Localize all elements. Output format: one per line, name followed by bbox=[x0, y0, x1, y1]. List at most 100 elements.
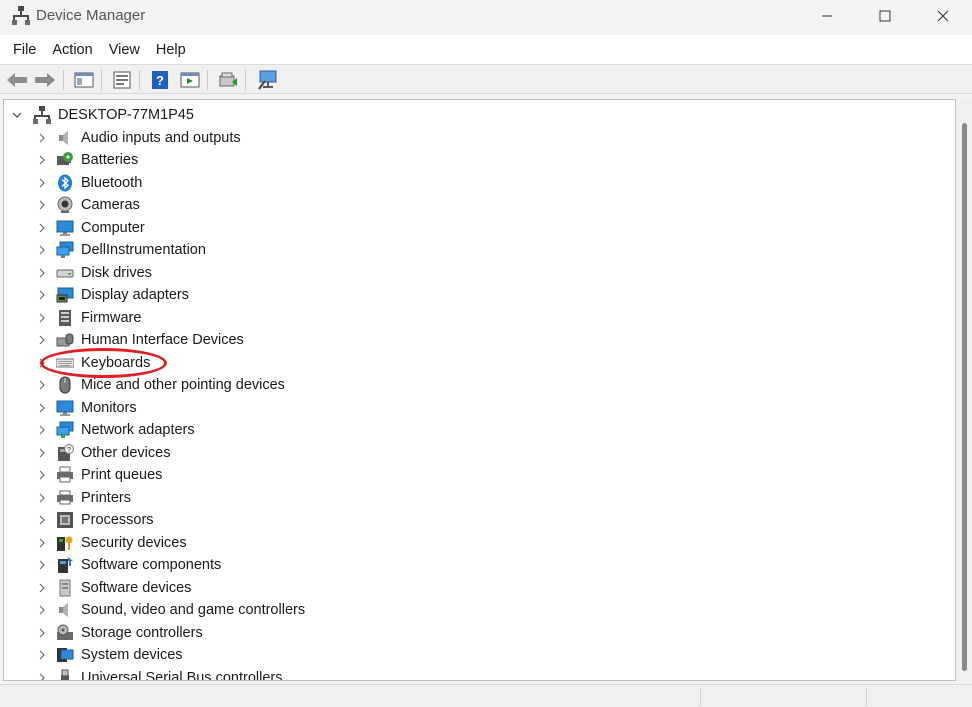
tree-item-sound-video-and-game-controllers[interactable]: Sound, video and game controllers bbox=[4, 599, 944, 621]
tree-item-label: Network adapters bbox=[81, 422, 195, 438]
chevron-right-icon[interactable] bbox=[37, 155, 47, 165]
tree-item-bluetooth[interactable]: Bluetooth bbox=[4, 172, 944, 194]
back-arrow-icon bbox=[7, 73, 27, 87]
tree-item-security-devices[interactable]: Security devices bbox=[4, 532, 944, 554]
update-driver-button[interactable] bbox=[216, 68, 240, 92]
tree-item-batteries[interactable]: Batteries bbox=[4, 149, 944, 171]
chevron-right-icon[interactable] bbox=[37, 448, 47, 458]
chevron-right-icon[interactable] bbox=[37, 583, 47, 593]
chevron-right-icon[interactable] bbox=[37, 223, 47, 233]
chevron-right-icon[interactable] bbox=[37, 245, 47, 255]
minimize-button[interactable] bbox=[798, 0, 856, 32]
chevron-right-icon[interactable] bbox=[37, 313, 47, 323]
tree-item-storage-controllers[interactable]: Storage controllers bbox=[4, 622, 944, 644]
tree-item-human-interface-devices[interactable]: Human Interface Devices bbox=[4, 329, 944, 351]
chevron-right-icon[interactable] bbox=[37, 538, 47, 548]
computer-root-icon bbox=[33, 106, 51, 124]
network-monitor-icon bbox=[56, 241, 74, 259]
help-button[interactable]: ? bbox=[148, 68, 172, 92]
tree-item-network-adapters[interactable]: Network adapters bbox=[4, 419, 944, 441]
toolbar-separator bbox=[63, 70, 64, 90]
chevron-right-icon[interactable] bbox=[37, 335, 47, 345]
chevron-right-icon[interactable] bbox=[37, 200, 47, 210]
chevron-right-icon[interactable] bbox=[37, 493, 47, 503]
sound-controller-icon bbox=[56, 601, 74, 619]
chevron-right-icon[interactable] bbox=[37, 470, 47, 480]
toolbar-separator bbox=[139, 70, 140, 90]
window-title: Device Manager bbox=[36, 7, 146, 24]
chevron-right-icon[interactable] bbox=[37, 425, 47, 435]
tree-item-label: Security devices bbox=[81, 534, 187, 551]
keyboard-icon bbox=[56, 354, 74, 372]
action-pane-icon bbox=[180, 72, 200, 88]
chevron-right-icon[interactable] bbox=[37, 380, 47, 390]
tree-item-computer[interactable]: Computer bbox=[4, 217, 944, 239]
tree-root-item[interactable]: DESKTOP-77M1P45 bbox=[4, 104, 944, 126]
properties-button[interactable] bbox=[110, 68, 134, 92]
chevron-right-icon[interactable] bbox=[37, 268, 47, 278]
tree-item-label: Software devices bbox=[81, 579, 192, 596]
vertical-scrollbar[interactable] bbox=[956, 99, 972, 681]
tree-item-label: Monitors bbox=[81, 399, 137, 416]
chevron-right-icon[interactable] bbox=[37, 403, 47, 413]
chevron-right-icon[interactable] bbox=[37, 290, 47, 300]
tree-item-software-devices[interactable]: Software devices bbox=[4, 577, 944, 599]
chevron-right-icon[interactable] bbox=[37, 605, 47, 615]
tree-item-label: Mice and other pointing devices bbox=[81, 377, 285, 393]
menu-file[interactable]: File bbox=[6, 38, 43, 62]
tree-item-other-devices[interactable]: ? Other devices bbox=[4, 442, 944, 464]
tree-item-cameras[interactable]: Cameras bbox=[4, 194, 944, 216]
firmware-icon bbox=[56, 309, 74, 327]
tree-item-keyboards[interactable]: Keyboards bbox=[4, 352, 944, 374]
scrollbar-thumb[interactable] bbox=[962, 123, 967, 671]
chevron-right-icon[interactable] bbox=[37, 673, 47, 680]
tree-item-system-devices[interactable]: System devices bbox=[4, 644, 944, 666]
chevron-down-icon[interactable] bbox=[12, 110, 22, 120]
show-hide-console-tree-button[interactable] bbox=[72, 68, 96, 92]
system-device-icon bbox=[56, 646, 74, 664]
close-icon bbox=[937, 10, 949, 22]
tree-item-mice-and-other-pointing-devices[interactable]: Mice and other pointing devices bbox=[4, 374, 944, 396]
chevron-right-icon[interactable] bbox=[37, 628, 47, 638]
chevron-right-icon[interactable] bbox=[37, 560, 47, 570]
tree-item-disk-drives[interactable]: Disk drives bbox=[4, 262, 944, 284]
menu-view[interactable]: View bbox=[102, 38, 147, 62]
action-pane-button[interactable] bbox=[178, 68, 202, 92]
monitor-icon bbox=[56, 399, 74, 417]
tree-item-universal-serial-bus-controllers[interactable]: Universal Serial Bus controllers bbox=[4, 667, 944, 680]
back-button[interactable] bbox=[5, 68, 29, 92]
title-bar: Device Manager bbox=[0, 0, 972, 35]
minimize-icon bbox=[822, 15, 832, 17]
menu-help[interactable]: Help bbox=[149, 38, 193, 62]
disk-drive-icon bbox=[56, 264, 74, 282]
chevron-right-icon[interactable] bbox=[37, 133, 47, 143]
chevron-right-icon[interactable] bbox=[37, 358, 47, 368]
chevron-right-icon[interactable] bbox=[37, 178, 47, 188]
security-device-icon bbox=[56, 534, 74, 552]
tree-item-audio-inputs-and-outputs[interactable]: Audio inputs and outputs bbox=[4, 127, 944, 149]
tree-item-display-adapters[interactable]: Display adapters bbox=[4, 284, 944, 306]
scan-hardware-button[interactable] bbox=[256, 68, 280, 92]
tree-item-label: Print queues bbox=[81, 467, 163, 483]
bluetooth-icon bbox=[56, 174, 74, 192]
maximize-button[interactable] bbox=[856, 0, 914, 32]
menu-action[interactable]: Action bbox=[45, 38, 99, 62]
tree-item-monitors[interactable]: Monitors bbox=[4, 397, 944, 419]
device-tree[interactable]: DESKTOP-77M1P45 Audio inputs and outputs B… bbox=[3, 99, 956, 681]
tree-item-printers[interactable]: Printers bbox=[4, 487, 944, 509]
tree-item-label: Keyboards bbox=[81, 354, 151, 371]
chevron-right-icon[interactable] bbox=[37, 650, 47, 660]
tree-item-processors[interactable]: Processors bbox=[4, 509, 944, 531]
mouse-icon bbox=[56, 376, 74, 394]
tree-item-software-components[interactable]: Software components bbox=[4, 554, 944, 576]
forward-button[interactable] bbox=[33, 68, 57, 92]
tree-item-label: Firmware bbox=[81, 309, 142, 326]
tree-item-print-queues[interactable]: Print queues bbox=[4, 464, 944, 486]
battery-icon bbox=[56, 151, 74, 169]
tree-item-dellinstrumentation[interactable]: DellInstrumentation bbox=[4, 239, 944, 261]
status-bar bbox=[0, 684, 972, 707]
toolbar-separator bbox=[207, 70, 208, 90]
tree-item-firmware[interactable]: Firmware bbox=[4, 307, 944, 329]
chevron-right-icon[interactable] bbox=[37, 515, 47, 525]
close-button[interactable] bbox=[914, 0, 972, 32]
